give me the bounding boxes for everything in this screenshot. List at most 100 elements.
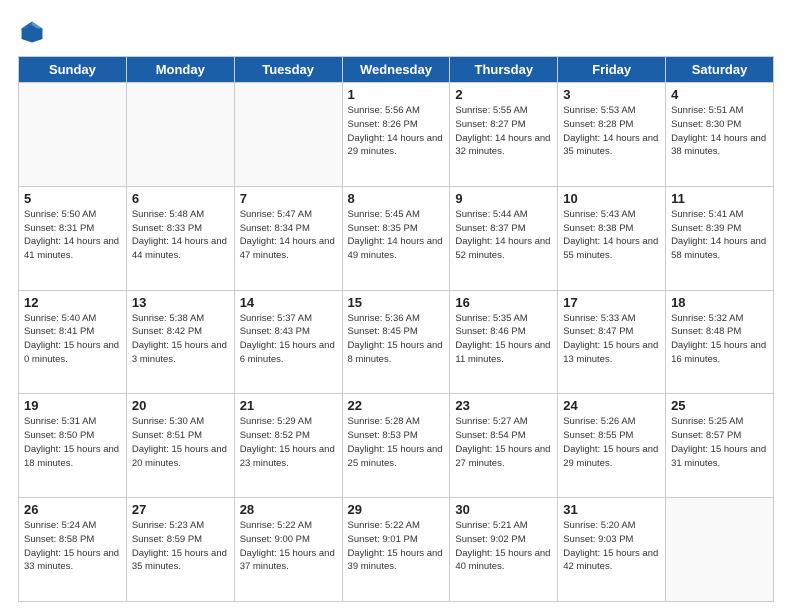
calendar-week-2: 5 Sunrise: 5:50 AM Sunset: 8:31 PM Daylig…: [19, 186, 774, 290]
day-info: Sunrise: 5:20 AM Sunset: 9:03 PM Dayligh…: [563, 519, 660, 574]
calendar-cell-19: 17 Sunrise: 5:33 AM Sunset: 8:47 PM Dayli…: [558, 290, 666, 394]
day-number: 8: [348, 191, 445, 206]
calendar-cell-5: 3 Sunrise: 5:53 AM Sunset: 8:28 PM Daylig…: [558, 83, 666, 187]
calendar-cell-11: 9 Sunrise: 5:44 AM Sunset: 8:37 PM Daylig…: [450, 186, 558, 290]
day-info: Sunrise: 5:51 AM Sunset: 8:30 PM Dayligh…: [671, 104, 768, 159]
calendar-page: SundayMondayTuesdayWednesdayThursdayFrid…: [0, 0, 792, 612]
day-number: 1: [348, 87, 445, 102]
day-number: 3: [563, 87, 660, 102]
day-info: Sunrise: 5:44 AM Sunset: 8:37 PM Dayligh…: [455, 208, 552, 263]
calendar-cell-2: [234, 83, 342, 187]
calendar-cell-3: 1Sunrise: 5:56 AM Sunset: 8:26 PM Daylig…: [342, 83, 450, 187]
calendar-cell-29: 27 Sunrise: 5:23 AM Sunset: 8:59 PM Dayli…: [126, 498, 234, 602]
header: [18, 18, 774, 46]
calendar-cell-6: 4 Sunrise: 5:51 AM Sunset: 8:30 PM Daylig…: [666, 83, 774, 187]
day-number: 14: [240, 295, 337, 310]
day-number: 17: [563, 295, 660, 310]
calendar-week-1: 1Sunrise: 5:56 AM Sunset: 8:26 PM Daylig…: [19, 83, 774, 187]
calendar-cell-27: 25 Sunrise: 5:25 AM Sunset: 8:57 PM Dayli…: [666, 394, 774, 498]
calendar-cell-12: 10 Sunrise: 5:43 AM Sunset: 8:38 PM Dayli…: [558, 186, 666, 290]
day-number: 12: [24, 295, 121, 310]
weekday-header-saturday: Saturday: [666, 57, 774, 83]
day-info: Sunrise: 5:22 AM Sunset: 9:00 PM Dayligh…: [240, 519, 337, 574]
calendar-cell-30: 28 Sunrise: 5:22 AM Sunset: 9:00 PM Dayli…: [234, 498, 342, 602]
weekday-header-sunday: Sunday: [19, 57, 127, 83]
calendar-cell-22: 20 Sunrise: 5:30 AM Sunset: 8:51 PM Dayli…: [126, 394, 234, 498]
calendar-cell-4: 2Sunrise: 5:55 AM Sunset: 8:27 PM Daylig…: [450, 83, 558, 187]
calendar-cell-10: 8Sunrise: 5:45 AM Sunset: 8:35 PM Daylig…: [342, 186, 450, 290]
calendar-cell-20: 18 Sunrise: 5:32 AM Sunset: 8:48 PM Dayli…: [666, 290, 774, 394]
day-info: Sunrise: 5:31 AM Sunset: 8:50 PM Dayligh…: [24, 415, 121, 470]
calendar-cell-1: [126, 83, 234, 187]
day-number: 15: [348, 295, 445, 310]
calendar-cell-15: 13 Sunrise: 5:38 AM Sunset: 8:42 PM Dayli…: [126, 290, 234, 394]
day-info: Sunrise: 5:40 AM Sunset: 8:41 PM Dayligh…: [24, 312, 121, 367]
day-number: 6: [132, 191, 229, 206]
day-number: 21: [240, 398, 337, 413]
day-info: Sunrise: 5:36 AM Sunset: 8:45 PM Dayligh…: [348, 312, 445, 367]
calendar-week-5: 26 Sunrise: 5:24 AM Sunset: 8:58 PM Dayli…: [19, 498, 774, 602]
calendar-cell-18: 16Sunrise: 5:35 AM Sunset: 8:46 PM Dayli…: [450, 290, 558, 394]
calendar-cell-26: 24 Sunrise: 5:26 AM Sunset: 8:55 PM Dayli…: [558, 394, 666, 498]
day-info: Sunrise: 5:32 AM Sunset: 8:48 PM Dayligh…: [671, 312, 768, 367]
day-number: 24: [563, 398, 660, 413]
day-info: Sunrise: 5:28 AM Sunset: 8:53 PM Dayligh…: [348, 415, 445, 470]
calendar-cell-13: 11 Sunrise: 5:41 AM Sunset: 8:39 PM Dayli…: [666, 186, 774, 290]
day-info: Sunrise: 5:48 AM Sunset: 8:33 PM Dayligh…: [132, 208, 229, 263]
day-number: 22: [348, 398, 445, 413]
calendar-cell-16: 14 Sunrise: 5:37 AM Sunset: 8:43 PM Dayli…: [234, 290, 342, 394]
day-number: 25: [671, 398, 768, 413]
day-number: 4: [671, 87, 768, 102]
day-number: 26: [24, 502, 121, 517]
day-info: Sunrise: 5:23 AM Sunset: 8:59 PM Dayligh…: [132, 519, 229, 574]
weekday-header-thursday: Thursday: [450, 57, 558, 83]
calendar-cell-31: 29Sunrise: 5:22 AM Sunset: 9:01 PM Dayli…: [342, 498, 450, 602]
calendar-table: SundayMondayTuesdayWednesdayThursdayFrid…: [18, 56, 774, 602]
day-info: Sunrise: 5:53 AM Sunset: 8:28 PM Dayligh…: [563, 104, 660, 159]
calendar-cell-25: 23 Sunrise: 5:27 AM Sunset: 8:54 PM Dayli…: [450, 394, 558, 498]
day-info: Sunrise: 5:21 AM Sunset: 9:02 PM Dayligh…: [455, 519, 552, 574]
day-info: Sunrise: 5:55 AM Sunset: 8:27 PM Dayligh…: [455, 104, 552, 159]
day-info: Sunrise: 5:27 AM Sunset: 8:54 PM Dayligh…: [455, 415, 552, 470]
calendar-cell-24: 22 Sunrise: 5:28 AM Sunset: 8:53 PM Dayli…: [342, 394, 450, 498]
calendar-cell-0: [19, 83, 127, 187]
day-number: 27: [132, 502, 229, 517]
calendar-cell-28: 26 Sunrise: 5:24 AM Sunset: 8:58 PM Dayli…: [19, 498, 127, 602]
day-number: 23: [455, 398, 552, 413]
weekday-header-monday: Monday: [126, 57, 234, 83]
day-number: 30: [455, 502, 552, 517]
day-info: Sunrise: 5:33 AM Sunset: 8:47 PM Dayligh…: [563, 312, 660, 367]
day-number: 13: [132, 295, 229, 310]
day-info: Sunrise: 5:25 AM Sunset: 8:57 PM Dayligh…: [671, 415, 768, 470]
day-info: Sunrise: 5:50 AM Sunset: 8:31 PM Dayligh…: [24, 208, 121, 263]
day-number: 31: [563, 502, 660, 517]
day-info: Sunrise: 5:43 AM Sunset: 8:38 PM Dayligh…: [563, 208, 660, 263]
day-number: 20: [132, 398, 229, 413]
calendar-cell-23: 21Sunrise: 5:29 AM Sunset: 8:52 PM Dayli…: [234, 394, 342, 498]
day-number: 11: [671, 191, 768, 206]
day-number: 7: [240, 191, 337, 206]
day-number: 9: [455, 191, 552, 206]
weekday-header-tuesday: Tuesday: [234, 57, 342, 83]
day-info: Sunrise: 5:37 AM Sunset: 8:43 PM Dayligh…: [240, 312, 337, 367]
day-info: Sunrise: 5:41 AM Sunset: 8:39 PM Dayligh…: [671, 208, 768, 263]
calendar-cell-8: 6 Sunrise: 5:48 AM Sunset: 8:33 PM Daylig…: [126, 186, 234, 290]
day-number: 28: [240, 502, 337, 517]
day-number: 5: [24, 191, 121, 206]
calendar-week-4: 19 Sunrise: 5:31 AM Sunset: 8:50 PM Dayli…: [19, 394, 774, 498]
day-info: Sunrise: 5:38 AM Sunset: 8:42 PM Dayligh…: [132, 312, 229, 367]
day-number: 10: [563, 191, 660, 206]
logo: [18, 18, 50, 46]
day-number: 18: [671, 295, 768, 310]
day-number: 16: [455, 295, 552, 310]
calendar-cell-14: 12 Sunrise: 5:40 AM Sunset: 8:41 PM Dayli…: [19, 290, 127, 394]
day-number: 19: [24, 398, 121, 413]
calendar-cell-32: 30 Sunrise: 5:21 AM Sunset: 9:02 PM Dayli…: [450, 498, 558, 602]
calendar-cell-7: 5 Sunrise: 5:50 AM Sunset: 8:31 PM Daylig…: [19, 186, 127, 290]
day-info: Sunrise: 5:30 AM Sunset: 8:51 PM Dayligh…: [132, 415, 229, 470]
day-info: Sunrise: 5:26 AM Sunset: 8:55 PM Dayligh…: [563, 415, 660, 470]
day-info: Sunrise: 5:24 AM Sunset: 8:58 PM Dayligh…: [24, 519, 121, 574]
weekday-header-wednesday: Wednesday: [342, 57, 450, 83]
day-number: 29: [348, 502, 445, 517]
calendar-cell-17: 15 Sunrise: 5:36 AM Sunset: 8:45 PM Dayli…: [342, 290, 450, 394]
